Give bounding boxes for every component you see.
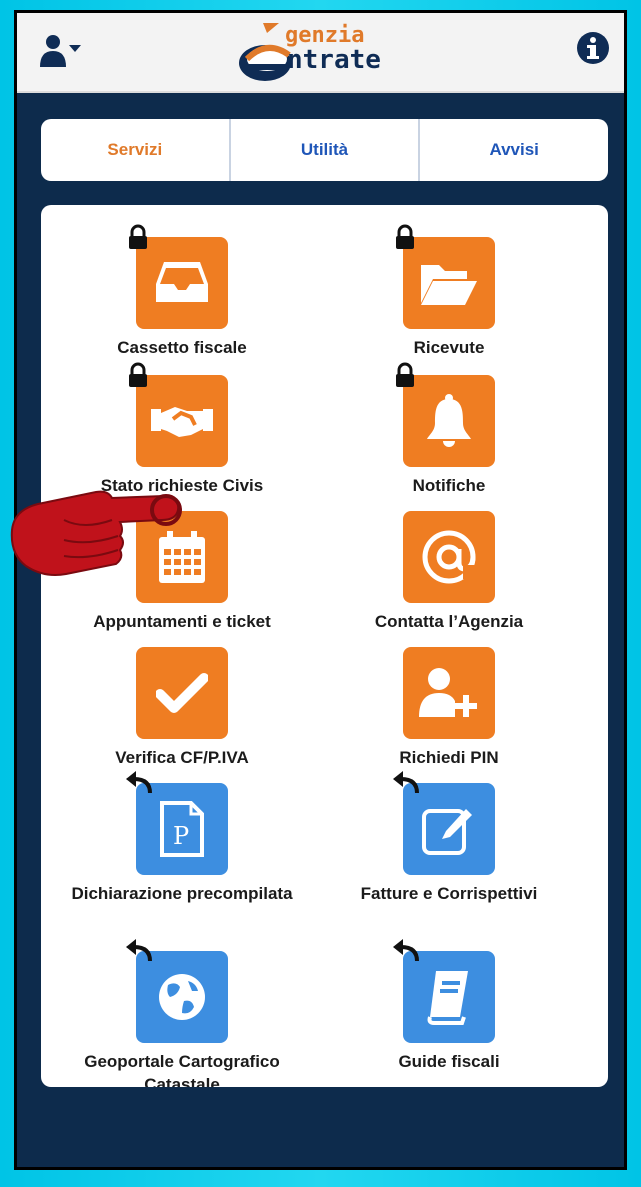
service-icon-box (393, 771, 495, 875)
add-user-icon (419, 668, 477, 717)
service-guide-fiscali[interactable]: Guide fiscali (324, 939, 574, 1074)
service-icon-box (136, 647, 228, 739)
service-icon-box (396, 224, 495, 329)
service-label: Guide fiscali (398, 1052, 500, 1071)
logo-text-line2: ntrate (287, 45, 381, 75)
inbox-tray-icon (156, 262, 208, 302)
service-richiedi-pin[interactable]: Richiedi PIN (324, 647, 574, 770)
tab-avvisi[interactable]: Avvisi (420, 119, 608, 181)
service-verifica-cf-piva[interactable]: Verifica CF/P.IVA (57, 647, 307, 770)
user-icon[interactable] (39, 33, 83, 69)
external-arrow-icon (126, 771, 152, 794)
service-icon-box (129, 224, 228, 329)
external-arrow-icon (393, 939, 419, 962)
services-panel: Cassetto fiscale Ricevute Stato richiest… (41, 205, 608, 1094)
service-icon-box (403, 647, 495, 739)
service-label: Ricevute (413, 338, 485, 357)
service-icon-box (393, 939, 495, 1043)
service-dichiarazione-precompilata[interactable]: P Dichiarazione precompilata (57, 771, 307, 906)
svg-text:P: P (173, 822, 189, 850)
service-contatta-agenzia[interactable]: Contatta l’Agenzia (324, 511, 574, 634)
external-arrow-icon (393, 771, 419, 794)
service-ricevute[interactable]: Ricevute (324, 224, 574, 360)
service-icon-box (129, 362, 228, 467)
book-icon (427, 971, 468, 1025)
service-notifiche[interactable]: Notifiche (324, 362, 574, 498)
edit-document-icon (422, 809, 472, 855)
service-label: Contatta l’Agenzia (374, 612, 524, 631)
checkmark-icon (156, 673, 208, 713)
tab-utilita[interactable]: Utilità (231, 119, 421, 181)
service-label: Verifica CF/P.IVA (115, 748, 249, 767)
service-icon-box: P (126, 771, 228, 875)
service-label: Cassetto fiscale (117, 338, 247, 357)
bell-icon (427, 394, 471, 447)
app-screen: genzia ntrate Servizi Utilità Avvisi Cas… (14, 10, 627, 1170)
external-arrow-icon (126, 939, 152, 962)
lock-icon (396, 362, 414, 387)
service-label: Appuntamenti e ticket (93, 612, 271, 631)
service-icon-box (403, 511, 495, 603)
info-icon[interactable] (576, 31, 610, 65)
lock-icon (129, 224, 147, 249)
lock-icon (129, 362, 147, 387)
service-fatture-corrispettivi[interactable]: Fatture e Corrispettivi (324, 771, 574, 906)
tab-bar: Servizi Utilità Avvisi (41, 119, 608, 181)
pointing-hand-icon (10, 490, 182, 576)
service-cassetto-fiscale[interactable]: Cassetto fiscale (57, 224, 307, 360)
document-p-icon: P (160, 801, 204, 857)
lock-icon (396, 224, 414, 249)
agency-logo: genzia ntrate (235, 19, 425, 85)
service-geoportale-cartografico-catastale[interactable]: Geoportale Cartografico Catastale (57, 939, 307, 1097)
device-frame: genzia ntrate Servizi Utilità Avvisi Cas… (0, 0, 641, 1187)
service-label: Richiedi PIN (399, 748, 499, 767)
top-bar: genzia ntrate (17, 13, 624, 93)
bottom-bar (17, 1087, 624, 1167)
service-label: Notifiche (412, 476, 486, 495)
at-sign-icon (422, 530, 477, 584)
tab-servizi[interactable]: Servizi (41, 119, 231, 181)
logo-text-line1: genzia (285, 23, 365, 48)
open-folder-icon (421, 265, 477, 305)
service-label: Fatture e Corrispettivi (360, 884, 538, 903)
service-label: Dichiarazione precompilata (71, 884, 293, 903)
globe-icon (159, 974, 205, 1020)
service-icon-box (396, 362, 495, 467)
service-icon-box (126, 939, 228, 1043)
handshake-icon (151, 407, 213, 437)
